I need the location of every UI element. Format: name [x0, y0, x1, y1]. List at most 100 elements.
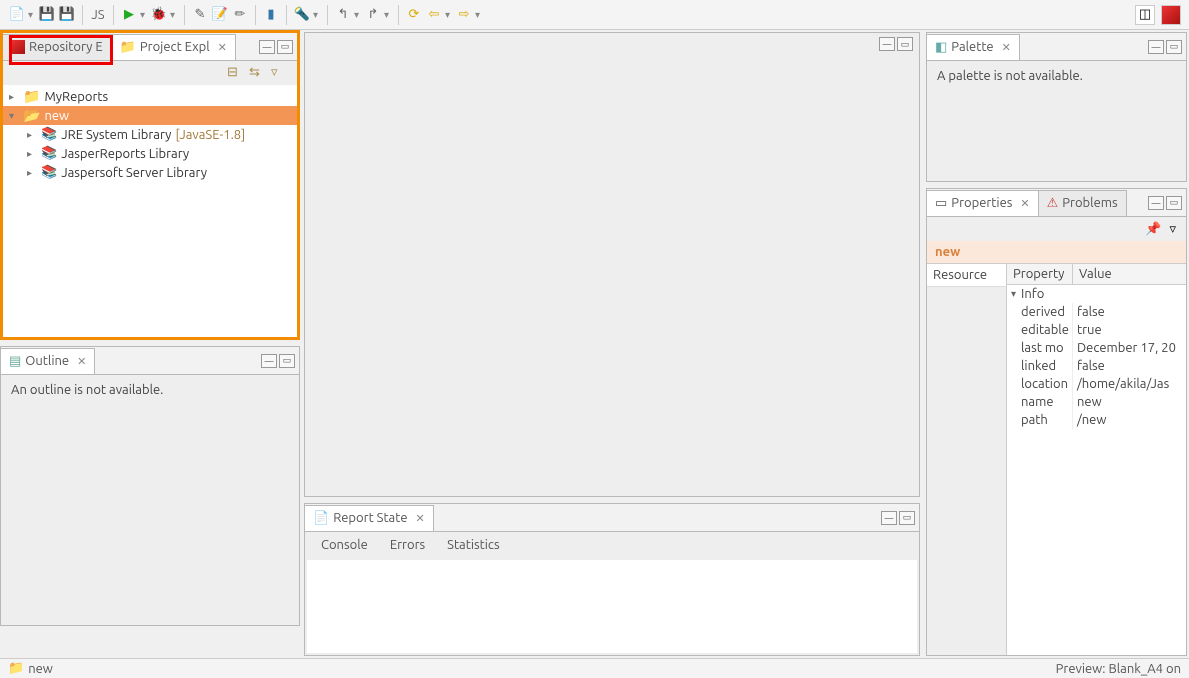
- tree-item-jre[interactable]: ▸ 📚 JRE System Library [JavaSE-1.8]: [3, 125, 297, 144]
- tab-label: Repository E: [29, 40, 103, 54]
- subtab-errors[interactable]: Errors: [390, 538, 425, 552]
- perspective-jasper-icon[interactable]: [1161, 5, 1181, 25]
- maximize-button[interactable]: ▭: [897, 37, 913, 51]
- dropdown-icon[interactable]: ▾: [354, 9, 362, 21]
- status-bar: 📁 new Preview: Blank_A4 on: [0, 658, 1189, 678]
- nav2-icon[interactable]: ↱: [364, 6, 382, 24]
- search-icon[interactable]: 🔦: [293, 6, 311, 24]
- stop-icon[interactable]: ▮: [262, 6, 280, 24]
- expand-arrow-icon[interactable]: ▸: [27, 167, 37, 179]
- save-all-icon[interactable]: 💾: [58, 6, 76, 24]
- tree-label: Jaspersoft Server Library: [61, 166, 207, 180]
- main-toolbar: 📄▾ 💾 💾 JS ▶▾ 🐞 ▾ ✎ 📝 ✏ ▮ 🔦▾ ↰▾ ↱▾ ⟳ ⇦▾ ⇨…: [0, 0, 1189, 30]
- panel-tabs: ▤ Outline ✕ — ▭: [1, 347, 299, 375]
- minimize-button[interactable]: —: [881, 511, 897, 525]
- toolbar-separator: [113, 5, 114, 25]
- view-menu-icon[interactable]: ▿: [271, 65, 287, 81]
- library-icon: 📚: [41, 146, 57, 161]
- dropdown-icon[interactable]: ▾: [445, 9, 453, 21]
- js-icon[interactable]: JS: [89, 6, 107, 24]
- tab-label: Properties: [951, 196, 1012, 210]
- pin-icon[interactable]: 📌: [1145, 222, 1161, 237]
- subtab-statistics[interactable]: Statistics: [447, 538, 499, 552]
- tree-item-new[interactable]: ▾ 📂 new: [3, 106, 297, 125]
- folder-icon: 📁: [23, 88, 40, 105]
- folder-open-icon: 📂: [23, 107, 40, 124]
- expand-arrow-icon[interactable]: ▸: [27, 148, 37, 160]
- forward-icon[interactable]: ⇨: [455, 6, 473, 24]
- tab-palette[interactable]: ◧ Palette ✕: [927, 34, 1020, 60]
- outline-icon: ▤: [9, 354, 21, 369]
- minimize-button[interactable]: —: [879, 37, 895, 51]
- tab-problems[interactable]: ⚠ Problems: [1039, 190, 1127, 216]
- link-editor-icon[interactable]: ⇆: [249, 65, 265, 81]
- dropdown-icon[interactable]: ▾: [475, 9, 483, 21]
- column-header-property: Property: [1007, 264, 1073, 284]
- expand-arrow-icon[interactable]: ▸: [27, 129, 37, 141]
- debug-icon[interactable]: 🐞: [150, 6, 168, 24]
- maximize-button[interactable]: ▭: [279, 354, 295, 368]
- toolbar-separator: [82, 5, 83, 25]
- minimize-button[interactable]: —: [1148, 196, 1164, 210]
- tab-properties[interactable]: ▭ Properties ✕: [927, 190, 1039, 216]
- editor-area: — ▭: [304, 32, 920, 497]
- close-icon[interactable]: ✕: [77, 355, 86, 368]
- dropdown-icon[interactable]: ▾: [384, 9, 392, 21]
- toolbar-separator: [327, 5, 328, 25]
- maximize-button[interactable]: ▭: [277, 40, 293, 54]
- close-icon[interactable]: ✕: [218, 41, 227, 54]
- run-icon[interactable]: ▶: [120, 6, 138, 24]
- edit3-icon[interactable]: ✏: [231, 6, 249, 24]
- property-row: derivedfalse: [1007, 303, 1186, 321]
- tree-label: MyReports: [44, 90, 108, 104]
- maximize-button[interactable]: ▭: [1166, 40, 1182, 54]
- tab-report-state[interactable]: 📄 Report State ✕: [305, 505, 434, 531]
- back-icon[interactable]: ⇦: [425, 6, 443, 24]
- properties-table: Property Value ▾ Info derivedfalse edita…: [1007, 264, 1186, 655]
- maximize-button[interactable]: ▭: [899, 511, 915, 525]
- toolbar-separator: [255, 5, 256, 25]
- report-state-subtabs: Console Errors Statistics: [305, 532, 919, 558]
- panel-toolbar: ⊟ ⇆ ▿: [3, 61, 297, 85]
- close-icon[interactable]: ✕: [416, 512, 425, 525]
- property-row: editabletrue: [1007, 321, 1186, 339]
- refresh-icon[interactable]: ⟳: [405, 6, 423, 24]
- toolbar-separator: [184, 5, 185, 25]
- outline-panel: ▤ Outline ✕ — ▭ An outline is not availa…: [0, 346, 300, 626]
- collapse-all-icon[interactable]: ⊟: [227, 65, 243, 81]
- property-group-info[interactable]: ▾ Info: [1007, 285, 1186, 303]
- minimize-button[interactable]: —: [259, 40, 275, 54]
- tree-item-myreports[interactable]: ▸ 📁 MyReports: [3, 87, 297, 106]
- close-icon[interactable]: ✕: [1020, 197, 1029, 210]
- dropdown-icon[interactable]: ▾: [313, 9, 321, 21]
- expand-arrow-icon[interactable]: ▸: [9, 91, 19, 103]
- minimize-button[interactable]: —: [1148, 40, 1164, 54]
- project-tree: ▸ 📁 MyReports ▾ 📂 new ▸ 📚 JRE System Lib…: [3, 85, 297, 337]
- tree-item-jasperreports-lib[interactable]: ▸ 📚 JasperReports Library: [3, 144, 297, 163]
- collapse-arrow-icon[interactable]: ▾: [1011, 288, 1021, 300]
- tab-project-explorer[interactable]: 📁 Project Expl ✕: [112, 34, 236, 60]
- property-row: namenew: [1007, 393, 1186, 411]
- nav1-icon[interactable]: ↰: [334, 6, 352, 24]
- tab-outline[interactable]: ▤ Outline ✕: [1, 348, 95, 374]
- dropdown-icon[interactable]: ▾: [170, 9, 178, 21]
- maximize-button[interactable]: ▭: [1166, 196, 1182, 210]
- dropdown-icon[interactable]: ▾: [28, 9, 36, 21]
- perspective-open-icon[interactable]: ◫: [1135, 5, 1155, 25]
- tab-label: Project Expl: [140, 40, 210, 54]
- toolbar-separator: [398, 5, 399, 25]
- expand-arrow-icon[interactable]: ▾: [9, 110, 19, 122]
- tab-repository-explorer[interactable]: Repository E: [3, 34, 112, 60]
- minimize-button[interactable]: —: [261, 354, 277, 368]
- close-icon[interactable]: ✕: [1002, 41, 1011, 54]
- edit2-icon[interactable]: 📝: [211, 6, 229, 24]
- panel-tabs: Repository E 📁 Project Expl ✕ — ▭: [3, 33, 297, 61]
- edit-icon[interactable]: ✎: [191, 6, 209, 24]
- save-icon[interactable]: 💾: [38, 6, 56, 24]
- category-resource[interactable]: Resource: [927, 264, 1006, 287]
- dropdown-icon[interactable]: ▾: [140, 9, 148, 21]
- subtab-console[interactable]: Console: [321, 538, 368, 552]
- tree-item-jaspersoft-server-lib[interactable]: ▸ 📚 Jaspersoft Server Library: [3, 163, 297, 182]
- new-icon[interactable]: 📄: [8, 6, 26, 24]
- view-menu-icon[interactable]: ▿: [1169, 222, 1176, 237]
